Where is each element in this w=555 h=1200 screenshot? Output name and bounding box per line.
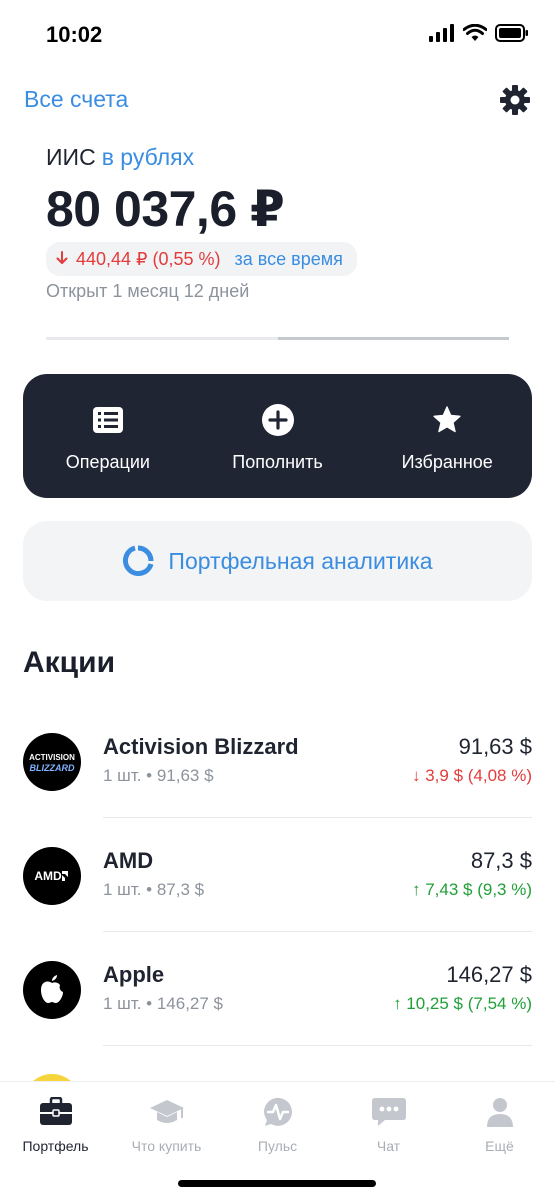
stock-row-amd[interactable]: AMD AMD 1 шт. • 87,3 $ 87,3 $ ↑ 7,43 $ (… <box>0 818 555 932</box>
signal-icon <box>429 24 454 42</box>
stock-change: ↑ 10,25 $ (7,54 %) <box>393 994 532 1013</box>
account-title[interactable]: ИИС в рублях <box>46 144 194 171</box>
arrow-up-icon: ↑ <box>393 994 402 1013</box>
donut-chart-icon <box>123 545 154 577</box>
star-icon <box>431 404 463 436</box>
header: Все счета <box>24 84 531 118</box>
actions-card: Операции Пополнить Избранное <box>23 374 532 498</box>
tab-pulse[interactable]: Пульс <box>222 1094 333 1154</box>
svg-text:AMD: AMD <box>34 869 62 883</box>
wifi-icon <box>463 24 487 41</box>
top-up-button[interactable]: Пополнить <box>193 374 363 498</box>
stock-price: 146,27 $ <box>446 962 532 987</box>
tab-chat-label: Чат <box>376 1138 401 1154</box>
stock-name: Apple <box>103 962 165 987</box>
graduation-cap-icon <box>149 1094 185 1130</box>
tab-chat[interactable]: Чат <box>333 1094 444 1154</box>
stock-row-partial[interactable] <box>0 1046 555 1086</box>
tab-pulse-label: Пульс <box>257 1138 298 1154</box>
account-carousel-indicator <box>46 337 509 340</box>
stock-row-apple[interactable]: Apple 1 шт. • 146,27 $ 146,27 $ ↑ 10,25 … <box>0 932 555 1046</box>
stock-name: AMD <box>103 848 154 873</box>
user-icon <box>482 1094 518 1130</box>
account-carousel-indicator-fill <box>277 337 509 340</box>
stocks-list: ACTIVISION BLIZZARD Activision Blizzard … <box>0 704 555 1046</box>
portfolio-analytics-label: Портфельная аналитика <box>168 547 433 574</box>
stock-quantity: 1 шт. • 146,27 $ <box>103 994 224 1013</box>
stock-change: ↓ 3,9 $ (4,08 %) <box>411 766 532 785</box>
status-icons <box>429 24 529 42</box>
amd-logo: AMD <box>23 847 81 905</box>
top-up-label: Пополнить <box>232 452 323 472</box>
arrow-down-icon: ↓ <box>411 766 421 785</box>
status-bar: 10:02 <box>0 0 555 70</box>
account-balance: 80 037,6 ₽ <box>46 181 285 237</box>
gear-icon[interactable] <box>499 84 531 116</box>
tab-more-label: Ещё <box>485 1138 514 1154</box>
stock-price: 91,63 $ <box>458 734 532 759</box>
operations-button[interactable]: Операции <box>23 374 193 498</box>
tab-portfolio[interactable]: Портфель <box>0 1094 111 1154</box>
favorites-button[interactable]: Избранное <box>362 374 532 498</box>
operations-label: Операции <box>65 452 150 472</box>
all-accounts-link[interactable]: Все счета <box>24 86 128 113</box>
portfolio-analytics-button[interactable]: Портфельная аналитика <box>23 521 532 601</box>
stock-row-activision-blizzard[interactable]: ACTIVISION BLIZZARD Activision Blizzard … <box>0 704 555 818</box>
stock-price: 87,3 $ <box>470 848 532 873</box>
stock-quantity: 1 шт. • 87,3 $ <box>103 880 205 899</box>
tab-more[interactable]: Ещё <box>444 1094 555 1154</box>
arrow-down-icon <box>56 249 68 270</box>
stock-quantity: 1 шт. • 91,63 $ <box>103 766 214 785</box>
chat-icon <box>371 1094 407 1130</box>
favorites-label: Избранное <box>401 452 493 472</box>
stock-name: Activision Blizzard <box>103 734 299 759</box>
account-currency[interactable]: в рублях <box>102 144 194 170</box>
plus-circle-icon <box>261 404 294 436</box>
account-name: ИИС <box>46 144 96 170</box>
stocks-section-title: Акции <box>23 646 116 679</box>
arrow-up-icon: ↑ <box>411 880 421 899</box>
tab-what-to-buy[interactable]: Что купить <box>111 1094 222 1154</box>
balance-change-pill[interactable]: 440,44 ₽ (0,55 %) за все время <box>46 242 357 276</box>
account-opened: Открыт 1 месяц 12 дней <box>46 281 250 301</box>
tab-portfolio-label: Портфель <box>22 1138 89 1154</box>
balance-change-period[interactable]: за все время <box>235 249 343 270</box>
battery-icon <box>495 24 528 42</box>
tab-what-to-buy-label: Что купить <box>131 1138 202 1154</box>
briefcase-icon <box>38 1094 74 1130</box>
list-icon <box>92 404 124 436</box>
svg-text:ACTIVISION: ACTIVISION <box>29 753 75 762</box>
balance-change-value: 440,44 ₽ (0,55 %) <box>76 248 221 269</box>
svg-text:BLIZZARD: BLIZZARD <box>30 763 75 773</box>
stock-change: ↑ 7,43 $ (9,3 %) <box>411 880 532 899</box>
status-time: 10:02 <box>46 22 103 47</box>
home-indicator <box>178 1180 376 1187</box>
activision-blizzard-logo: ACTIVISION BLIZZARD <box>23 733 81 791</box>
pulse-icon <box>260 1094 296 1130</box>
apple-logo <box>23 961 81 1019</box>
